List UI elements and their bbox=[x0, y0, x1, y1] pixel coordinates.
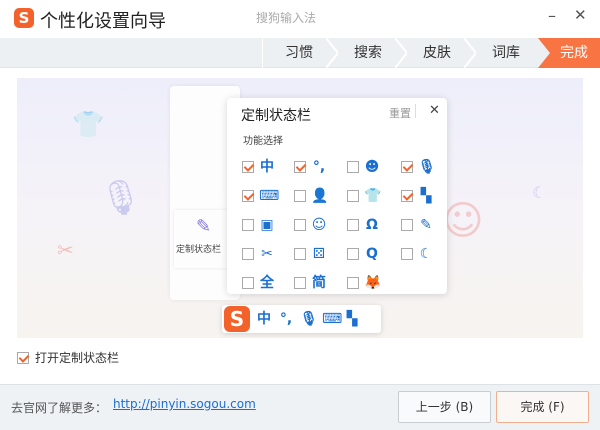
feature-checkbox[interactable] bbox=[294, 190, 306, 202]
translate-icon: ⚄ bbox=[312, 246, 326, 262]
reset-button[interactable]: 重置 bbox=[389, 105, 411, 121]
feature-option-search[interactable]: Q bbox=[347, 246, 380, 262]
microphone-icon: 🎙 bbox=[300, 311, 318, 327]
punctuation-icon: °, bbox=[279, 311, 293, 327]
chinese-mode-icon: 中 bbox=[257, 311, 271, 327]
feature-option-simplified[interactable]: 简 bbox=[294, 275, 327, 291]
shirt-icon: 👕 bbox=[72, 110, 105, 140]
emoticon-icon: ☺ bbox=[311, 217, 327, 233]
full-width-icon: 全 bbox=[260, 275, 274, 291]
tab-habit[interactable]: 习惯 bbox=[285, 38, 313, 68]
feature-checkbox[interactable] bbox=[347, 161, 359, 173]
minimize-button[interactable]: – bbox=[548, 6, 556, 25]
feature-checkbox[interactable] bbox=[347, 248, 359, 260]
feature-checkbox[interactable] bbox=[242, 219, 254, 231]
official-site-link[interactable]: http://pinyin.sogou.com bbox=[113, 397, 256, 411]
emoji-icon: ☻ bbox=[364, 159, 380, 175]
clipboard-icon: ▣ bbox=[260, 217, 274, 233]
previous-button[interactable]: 上一步 (B) bbox=[398, 391, 491, 423]
pencil-ruler-icon: ✎ bbox=[196, 216, 212, 237]
feature-checkbox[interactable] bbox=[401, 248, 413, 260]
card-label: 定制状态栏 bbox=[176, 245, 222, 255]
tab-dictionary[interactable]: 词库 bbox=[492, 38, 520, 68]
scissors-icon: ✂ bbox=[57, 238, 74, 262]
simplified-icon: 简 bbox=[312, 275, 326, 291]
feature-option-punctuation[interactable]: °, bbox=[294, 159, 327, 175]
open-statusbar-checkbox[interactable] bbox=[17, 351, 29, 364]
handwriting-icon: ✎ bbox=[420, 217, 432, 233]
sogou-logo-icon: S bbox=[224, 306, 250, 332]
window-title: 个性化设置向导 bbox=[40, 11, 166, 32]
finish-button[interactable]: 完成 (F) bbox=[496, 391, 589, 423]
title-bar: S 个性化设置向导 搜狗输入法 – ✕ bbox=[0, 0, 600, 38]
feature-option-full-width[interactable]: 全 bbox=[242, 275, 275, 291]
feature-option-emoticon[interactable]: ☺ bbox=[294, 217, 327, 233]
feature-option-keyboard[interactable]: ⌨ bbox=[242, 188, 280, 204]
feature-checkbox[interactable] bbox=[242, 277, 254, 289]
moon-icon: ☾ bbox=[532, 183, 547, 202]
customize-statusbar-popup: 定制状态栏 重置 ✕ 功能选择 中 °, ☻ 🎙 ⌨ 👤 👕 ▚ ▣ ☺ Ω ✎ ✂ ⚄ Q ☾ 全 简 🦊 bbox=[227, 98, 447, 294]
footer-text: 去官网了解更多： bbox=[11, 401, 108, 415]
feature-option-mascot[interactable]: 🦊 bbox=[347, 275, 382, 291]
toolbox-icon: ▚ bbox=[346, 311, 358, 327]
open-statusbar-option[interactable]: 打开定制状态栏 bbox=[17, 349, 119, 366]
feature-option-translate[interactable]: ⚄ bbox=[294, 246, 327, 262]
toolbox-icon: ▚ bbox=[420, 188, 432, 204]
user-icon: 👤 bbox=[311, 188, 329, 204]
skin-icon: 👕 bbox=[364, 188, 382, 204]
chinese-mode-icon: 中 bbox=[260, 159, 274, 175]
feature-option-night-mode[interactable]: ☾ bbox=[401, 246, 434, 262]
tab-search[interactable]: 搜索 bbox=[354, 38, 382, 68]
feature-checkbox[interactable] bbox=[347, 190, 359, 202]
feature-option-microphone[interactable]: 🎙 bbox=[401, 159, 436, 175]
screenshot-icon: ✂ bbox=[261, 246, 273, 262]
search-icon: Q bbox=[366, 246, 378, 262]
feature-option-emoji[interactable]: ☻ bbox=[347, 159, 380, 175]
statusbar-preview: S 中 °, 🎙 ⌨ ▚ bbox=[222, 305, 381, 333]
keyboard-icon: ⌨ bbox=[259, 188, 280, 204]
chevron-right-icon bbox=[326, 38, 338, 68]
tab-finish[interactable]: 完成 bbox=[538, 38, 600, 68]
microphone-icon: 🎙 bbox=[418, 159, 436, 175]
special-symbol-icon: Ω bbox=[366, 217, 378, 233]
open-statusbar-label: 打开定制状态栏 bbox=[35, 351, 120, 365]
feature-checkbox[interactable] bbox=[242, 248, 254, 260]
chevron-right-icon bbox=[464, 38, 476, 68]
feature-option-clipboard[interactable]: ▣ bbox=[242, 217, 275, 233]
microphone-icon: 🎙 bbox=[99, 178, 143, 218]
popup-close-button[interactable]: ✕ bbox=[429, 103, 440, 118]
feature-option-screenshot[interactable]: ✂ bbox=[242, 246, 275, 262]
window-subtitle: 搜狗输入法 bbox=[256, 11, 317, 25]
feature-option-toolbox[interactable]: ▚ bbox=[401, 188, 434, 204]
feature-option-special-symbol[interactable]: Ω bbox=[347, 217, 380, 233]
step-bar: 习惯 搜索 皮肤 词库 完成 bbox=[0, 38, 600, 68]
feature-checkbox[interactable] bbox=[294, 161, 306, 173]
feature-checkbox[interactable] bbox=[401, 161, 413, 173]
feature-checkbox[interactable] bbox=[294, 277, 306, 289]
feature-checkbox[interactable] bbox=[401, 219, 413, 231]
tab-skin[interactable]: 皮肤 bbox=[423, 38, 451, 68]
feature-option-chinese-mode[interactable]: 中 bbox=[242, 159, 275, 175]
section-label: 功能选择 bbox=[243, 136, 283, 147]
smiley-icon: ☺ bbox=[442, 198, 484, 244]
feature-checkbox[interactable] bbox=[242, 161, 254, 173]
feature-checkbox[interactable] bbox=[242, 190, 254, 202]
feature-checkbox[interactable] bbox=[347, 219, 359, 231]
feature-checkbox[interactable] bbox=[347, 277, 359, 289]
popup-title: 定制状态栏 bbox=[241, 108, 311, 124]
feature-checkbox[interactable] bbox=[294, 248, 306, 260]
feature-checkbox[interactable] bbox=[401, 190, 413, 202]
punctuation-icon: °, bbox=[312, 159, 326, 175]
feature-checkbox[interactable] bbox=[294, 219, 306, 231]
sogou-logo-icon: S bbox=[14, 8, 34, 28]
night-mode-icon: ☾ bbox=[419, 246, 433, 262]
mascot-icon: 🦊 bbox=[364, 275, 382, 291]
close-button[interactable]: ✕ bbox=[574, 6, 587, 24]
feature-option-handwriting[interactable]: ✎ bbox=[401, 217, 434, 233]
keyboard-icon: ⌨ bbox=[322, 311, 343, 327]
feature-option-user[interactable]: 👤 bbox=[294, 188, 329, 204]
chevron-right-icon bbox=[395, 38, 407, 68]
feature-option-skin[interactable]: 👕 bbox=[347, 188, 382, 204]
